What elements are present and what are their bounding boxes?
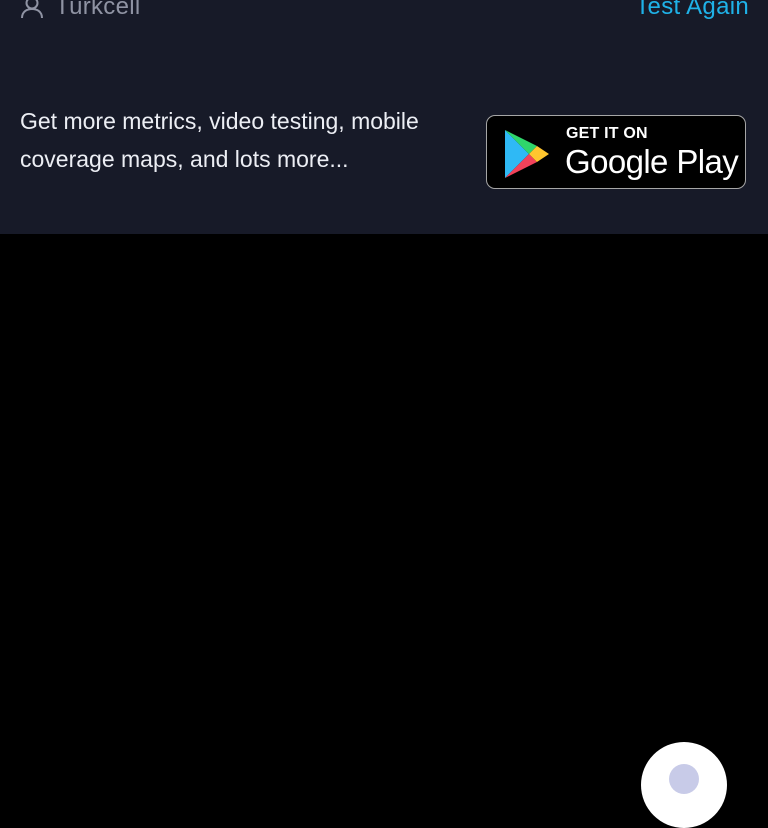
google-play-logo (505, 130, 549, 178)
promo-text: Get more metrics, video testing, mobile … (20, 108, 419, 172)
floating-action-button[interactable] (641, 742, 727, 828)
provider-name: Turkcell (55, 0, 141, 20)
badge-get-it-on: GET IT ON (566, 125, 648, 142)
provider-info: Turkcell (19, 0, 141, 24)
user-icon (21, 0, 43, 19)
google-play-badge[interactable]: GET IT ON Google Play (486, 115, 746, 189)
test-again-button[interactable]: Test Again (635, 0, 749, 24)
circle-icon (669, 764, 699, 794)
badge-google-play: Google Play (565, 143, 739, 180)
results-header-panel: Turkcell Test Again Get more metrics, vi… (0, 0, 768, 234)
